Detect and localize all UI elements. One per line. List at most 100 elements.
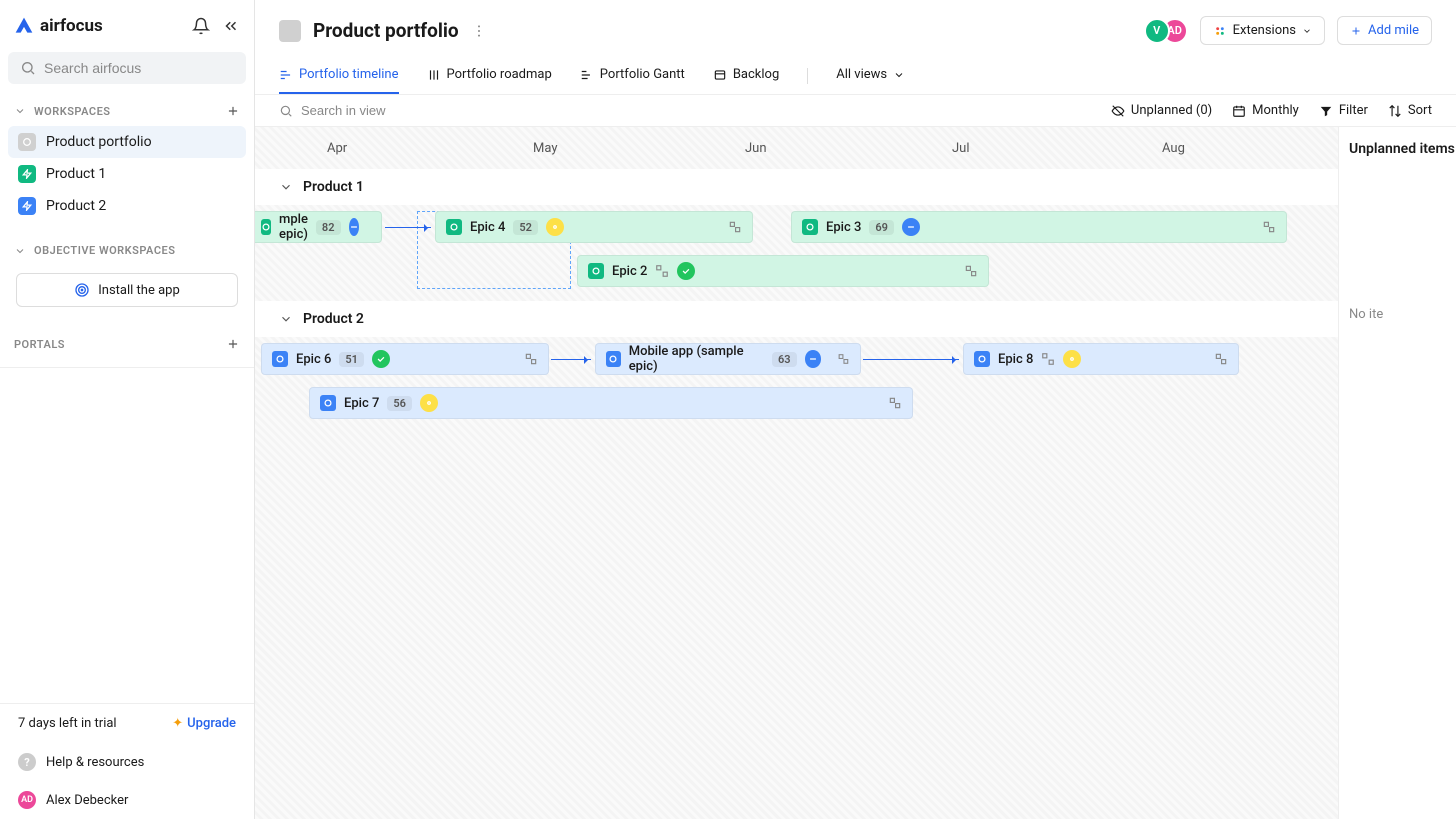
epic-type-icon: [320, 395, 336, 411]
target-icon: [74, 282, 90, 298]
unplanned-empty-text: No ite: [1349, 307, 1446, 322]
epic-title: Epic 7: [344, 396, 379, 411]
unplanned-panel: Unplanned items No ite: [1338, 127, 1456, 819]
workspaces-header[interactable]: WORKSPACES: [0, 96, 254, 126]
tab-label: Portfolio Gantt: [600, 67, 685, 82]
group-header-product-1[interactable]: Product 1: [255, 169, 1338, 205]
sidebar-header: airfocus: [0, 0, 254, 52]
epic-bar[interactable]: Epic 8: [963, 343, 1239, 375]
sparkle-icon: ✦: [172, 716, 183, 731]
logo[interactable]: airfocus: [14, 16, 103, 36]
add-portal-icon[interactable]: [226, 337, 240, 351]
filter-button[interactable]: Filter: [1319, 103, 1368, 118]
notifications-icon[interactable]: [192, 17, 210, 35]
epic-title: Epic 2: [612, 264, 647, 279]
status-badge: [372, 350, 390, 368]
epic-bar[interactable]: Epic 369: [791, 211, 1287, 243]
status-badge: [677, 262, 695, 280]
epic-type-icon: [802, 219, 818, 235]
view-search-input[interactable]: [301, 103, 477, 118]
add-milestone-button[interactable]: Add mile: [1337, 16, 1432, 45]
monthly-toggle[interactable]: Monthly: [1232, 103, 1299, 118]
epic-bar[interactable]: Epic 651: [261, 343, 549, 375]
workspace-product-1[interactable]: Product 1: [8, 158, 246, 190]
view-tabs: Portfolio timeline Portfolio roadmap Por…: [255, 57, 1456, 95]
help-resources[interactable]: ? Help & resources: [0, 743, 254, 781]
upgrade-label: Upgrade: [187, 716, 236, 731]
workspace-product-portfolio[interactable]: Product portfolio: [8, 126, 246, 158]
month-label: Apr: [327, 141, 347, 156]
workspace-icon: [18, 197, 36, 215]
epic-title: Epic 6: [296, 352, 331, 367]
extensions-button[interactable]: Extensions: [1200, 16, 1325, 45]
more-menu-icon[interactable]: [471, 23, 487, 39]
chevron-down-icon: [14, 105, 26, 117]
epic-bar[interactable]: Epic 2: [577, 255, 989, 287]
view-search[interactable]: [279, 103, 1091, 118]
epic-score: 63: [772, 352, 797, 367]
all-views-dropdown[interactable]: All views: [836, 57, 905, 94]
workspace-label: Product 1: [46, 166, 106, 182]
epic-score: 52: [513, 220, 538, 235]
collapse-sidebar-icon[interactable]: [222, 17, 240, 35]
sort-button[interactable]: Sort: [1388, 103, 1432, 118]
chevron-down-icon: [1302, 26, 1312, 36]
add-workspace-icon[interactable]: [226, 104, 240, 118]
timeline-content: AprMayJunJulAug Product 1 mple epic)82Ep…: [255, 127, 1456, 819]
epic-title: Epic 4: [470, 220, 505, 235]
install-app-button[interactable]: Install the app: [16, 273, 238, 307]
global-search-input[interactable]: [44, 60, 234, 76]
global-search[interactable]: [8, 52, 246, 84]
epic-bar[interactable]: Epic 4 52: [435, 211, 753, 243]
epic-bar[interactable]: Epic 756: [309, 387, 913, 419]
extensions-icon: [1213, 24, 1227, 38]
tab-portfolio-gantt[interactable]: Portfolio Gantt: [580, 57, 685, 94]
workspace-color-icon: [279, 20, 301, 42]
expand-epic-icon[interactable]: [1214, 352, 1228, 366]
avatar[interactable]: V: [1144, 18, 1170, 44]
objective-workspaces-header[interactable]: OBJECTIVE WORKSPACES: [0, 236, 254, 265]
unplanned-panel-title: Unplanned items: [1349, 141, 1446, 157]
plus-icon: [1350, 25, 1362, 37]
collaborator-avatars[interactable]: V AD: [1144, 18, 1188, 44]
unplanned-toggle[interactable]: Unplanned (0): [1111, 103, 1212, 118]
page-title: Product portfolio: [313, 19, 459, 42]
epic-title: Epic 3: [826, 220, 861, 235]
install-app-label: Install the app: [98, 283, 180, 298]
timeline[interactable]: AprMayJunJulAug Product 1 mple epic)82Ep…: [255, 127, 1338, 819]
tab-label: Portfolio timeline: [299, 67, 399, 82]
tab-label: Backlog: [733, 67, 779, 82]
upgrade-button[interactable]: ✦ Upgrade: [172, 716, 236, 731]
workspace-icon: [18, 165, 36, 183]
user-menu[interactable]: AD Alex Debecker: [0, 781, 254, 819]
expand-epic-icon[interactable]: [1262, 220, 1276, 234]
tab-portfolio-timeline[interactable]: Portfolio timeline: [279, 57, 399, 94]
portals-header[interactable]: PORTALS: [0, 329, 254, 359]
unplanned-label: Unplanned (0): [1131, 103, 1212, 118]
help-icon: ?: [18, 753, 36, 771]
dependency-arrow: [863, 359, 959, 360]
tab-backlog[interactable]: Backlog: [713, 57, 779, 94]
status-badge: [546, 218, 564, 236]
group-lanes-product-1: mple epic)82 Epic 4 52 Epic 369 Epic 2: [255, 205, 1338, 301]
workspace-product-2[interactable]: Product 2: [8, 190, 246, 222]
expand-epic-icon[interactable]: [888, 396, 902, 410]
search-icon: [279, 104, 293, 118]
expand-epic-icon[interactable]: [964, 264, 978, 278]
status-badge: [902, 218, 920, 236]
group-header-product-2[interactable]: Product 2: [255, 301, 1338, 337]
epic-type-icon: [261, 219, 271, 235]
epic-bar[interactable]: Mobile app (sample epic)63: [595, 343, 861, 375]
add-milestone-label: Add mile: [1368, 23, 1419, 38]
dependency-arrow: [551, 359, 591, 360]
epic-title: Epic 8: [998, 352, 1033, 367]
expand-epic-icon[interactable]: [837, 352, 850, 366]
user-avatar: AD: [18, 791, 36, 809]
epic-bar[interactable]: mple epic)82: [255, 211, 382, 243]
tab-portfolio-roadmap[interactable]: Portfolio roadmap: [427, 57, 552, 94]
expand-epic-icon[interactable]: [728, 220, 742, 234]
status-badge: [420, 394, 438, 412]
epic-type-icon: [446, 219, 462, 235]
subtasks-icon: [655, 264, 669, 278]
expand-epic-icon[interactable]: [524, 352, 538, 366]
